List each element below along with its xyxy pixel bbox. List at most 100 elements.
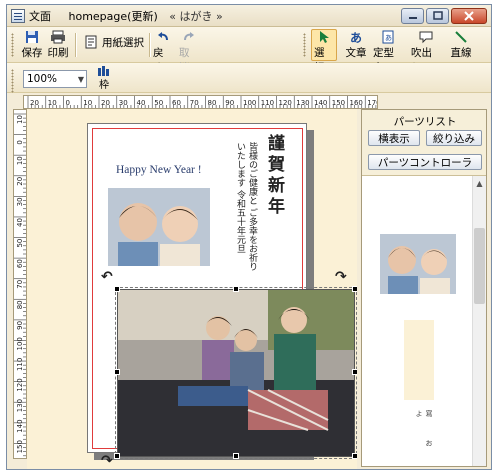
maximize-icon	[432, 11, 443, 20]
filter-button[interactable]: 絞り込み	[426, 130, 482, 146]
family-photo[interactable]	[115, 287, 357, 459]
ruler-label: 120	[279, 99, 292, 107]
view-toolbar: 100% ▼ 枠	[7, 63, 491, 93]
resize-handle[interactable]	[114, 369, 120, 375]
ruler-label: 90	[16, 321, 24, 330]
print-button[interactable]: 印刷	[47, 30, 69, 60]
text-tool-button[interactable]: あ 文章	[345, 30, 367, 60]
floppy-icon	[24, 30, 40, 44]
parts-thumbnail-photo[interactable]	[380, 234, 456, 294]
horizontal-view-button[interactable]: 横表示	[368, 130, 420, 146]
line-tool-button[interactable]: 直線	[449, 30, 473, 60]
undo-button[interactable]: 戻す	[153, 30, 173, 74]
ruler-label: 120	[16, 378, 24, 391]
close-button[interactable]	[451, 8, 487, 24]
text-glyph-icon: あ	[349, 30, 362, 45]
parts-thumbnail-box[interactable]	[404, 320, 434, 400]
parts-thumbnail-text[interactable]: 寫 お よ	[414, 410, 434, 466]
app-title: 文面	[29, 9, 51, 23]
toolbar-grip[interactable]	[11, 33, 14, 57]
ruler-label: 110	[261, 99, 274, 107]
greeting-japanese-text[interactable]: 謹賀新年	[262, 134, 287, 218]
redo-arrow-icon	[181, 30, 197, 44]
ruler-label: 170	[367, 99, 378, 107]
template-icon: あ	[380, 30, 396, 44]
paper-icon	[83, 35, 99, 49]
minimize-button[interactable]	[401, 8, 424, 24]
rotate-handle-icon[interactable]: ↶	[101, 269, 113, 285]
ruler-label: 50	[154, 99, 163, 107]
document-subtitle: « はがき »	[169, 9, 223, 23]
paper-select-button[interactable]: 用紙選択	[83, 33, 147, 51]
select-tool-button[interactable]: 選択	[311, 29, 337, 74]
ruler-label: 150	[16, 440, 24, 453]
ruler-label: 60	[16, 259, 24, 268]
save-button[interactable]: 保存	[21, 30, 43, 60]
parts-list-panel: パーツリスト 横表示 絞り込み パーツコントローラ 寫 お よ ▲	[361, 109, 487, 467]
parts-controller-button[interactable]: パーツコントローラ	[368, 154, 482, 170]
resize-handle[interactable]	[114, 453, 120, 459]
design-canvas[interactable]: Happy New Year ! 謹賀新年 皆様のご健康と ご多幸をお祈りいたし…	[27, 109, 357, 469]
resize-handle[interactable]	[233, 453, 239, 459]
close-icon	[464, 11, 474, 21]
ruler-label: 150	[332, 99, 345, 107]
ruler-label: 30	[119, 99, 128, 107]
ruler-label: 30	[16, 197, 24, 206]
resize-handle[interactable]	[352, 369, 357, 375]
ruler-label: 140	[314, 99, 327, 107]
panel-title: パーツリスト	[393, 116, 457, 128]
document-title: homepage(更新)	[68, 9, 158, 23]
resize-handle[interactable]	[114, 286, 120, 292]
scroll-thumb[interactable]	[474, 228, 485, 304]
ruler-label: 130	[16, 399, 24, 412]
ruler-label: 130	[296, 99, 309, 107]
panel-scrollbar[interactable]: ▲	[472, 176, 486, 466]
svg-text:あ: あ	[385, 34, 392, 42]
balloon-tool-button[interactable]: 吹出し	[411, 30, 441, 74]
resize-handle[interactable]	[352, 286, 357, 292]
ruler-label: 100	[16, 337, 24, 350]
ruler-label: 110	[16, 358, 24, 371]
ruler-label: 50	[16, 239, 24, 248]
children-photo[interactable]	[108, 188, 210, 266]
message-text[interactable]: 皆様のご健康と ご多幸をお祈りいたします 令和五十年元旦	[234, 142, 258, 272]
rotate-handle-icon[interactable]: ↷	[101, 453, 113, 469]
template-text-button[interactable]: あ 定型文	[373, 30, 403, 74]
minimize-icon	[408, 17, 417, 19]
undo-arrow-icon	[155, 30, 171, 44]
printer-icon	[50, 30, 66, 44]
frame-bars-icon	[98, 66, 109, 76]
chevron-down-icon: ▼	[77, 75, 84, 84]
pointer-arrow-icon	[316, 30, 332, 44]
ruler-label: 140	[16, 419, 24, 432]
ruler-label: 0	[66, 99, 70, 107]
greeting-english-text[interactable]: Happy New Year !	[116, 164, 202, 176]
ruler-label: 0	[16, 140, 24, 144]
horizontal-ruler: 20 10 0 10 20 30 40 50 60 70 80 90 100 110 120 130 140 15…	[23, 95, 378, 109]
scroll-up-icon[interactable]: ▲	[473, 176, 486, 190]
ruler-label: 90	[225, 99, 234, 107]
line-icon	[453, 30, 469, 44]
ruler-label: 10	[48, 99, 57, 107]
ruler-label: 20	[30, 99, 39, 107]
ruler-label: 10	[16, 115, 24, 124]
title-bar: 文面 homepage(更新) « はがき »	[7, 5, 491, 27]
ruler-label: 40	[137, 99, 146, 107]
app-icon	[11, 8, 25, 23]
frame-button[interactable]: 枠	[95, 65, 113, 91]
ruler-label: 10	[16, 156, 24, 165]
maximize-button[interactable]	[426, 8, 449, 24]
redo-button[interactable]: 取消	[179, 30, 199, 74]
vertical-ruler: 10 0 10 20 30 40 50 60 70 80 90 100 110 120 130 140 150	[13, 109, 27, 459]
zoom-select[interactable]: 100% ▼	[23, 70, 87, 88]
rotate-handle-icon[interactable]: ↷	[335, 269, 347, 285]
window-controls	[401, 8, 487, 24]
resize-handle[interactable]	[352, 453, 357, 459]
ruler-label: 100	[243, 99, 256, 107]
ruler-label: 70	[16, 280, 24, 289]
ruler-label: 20	[101, 99, 110, 107]
ruler-label: 80	[16, 300, 24, 309]
resize-handle[interactable]	[233, 286, 239, 292]
main-toolbar: 保存 印刷 用紙選択 戻す 取消	[7, 27, 491, 74]
ruler-label: 80	[208, 99, 217, 107]
